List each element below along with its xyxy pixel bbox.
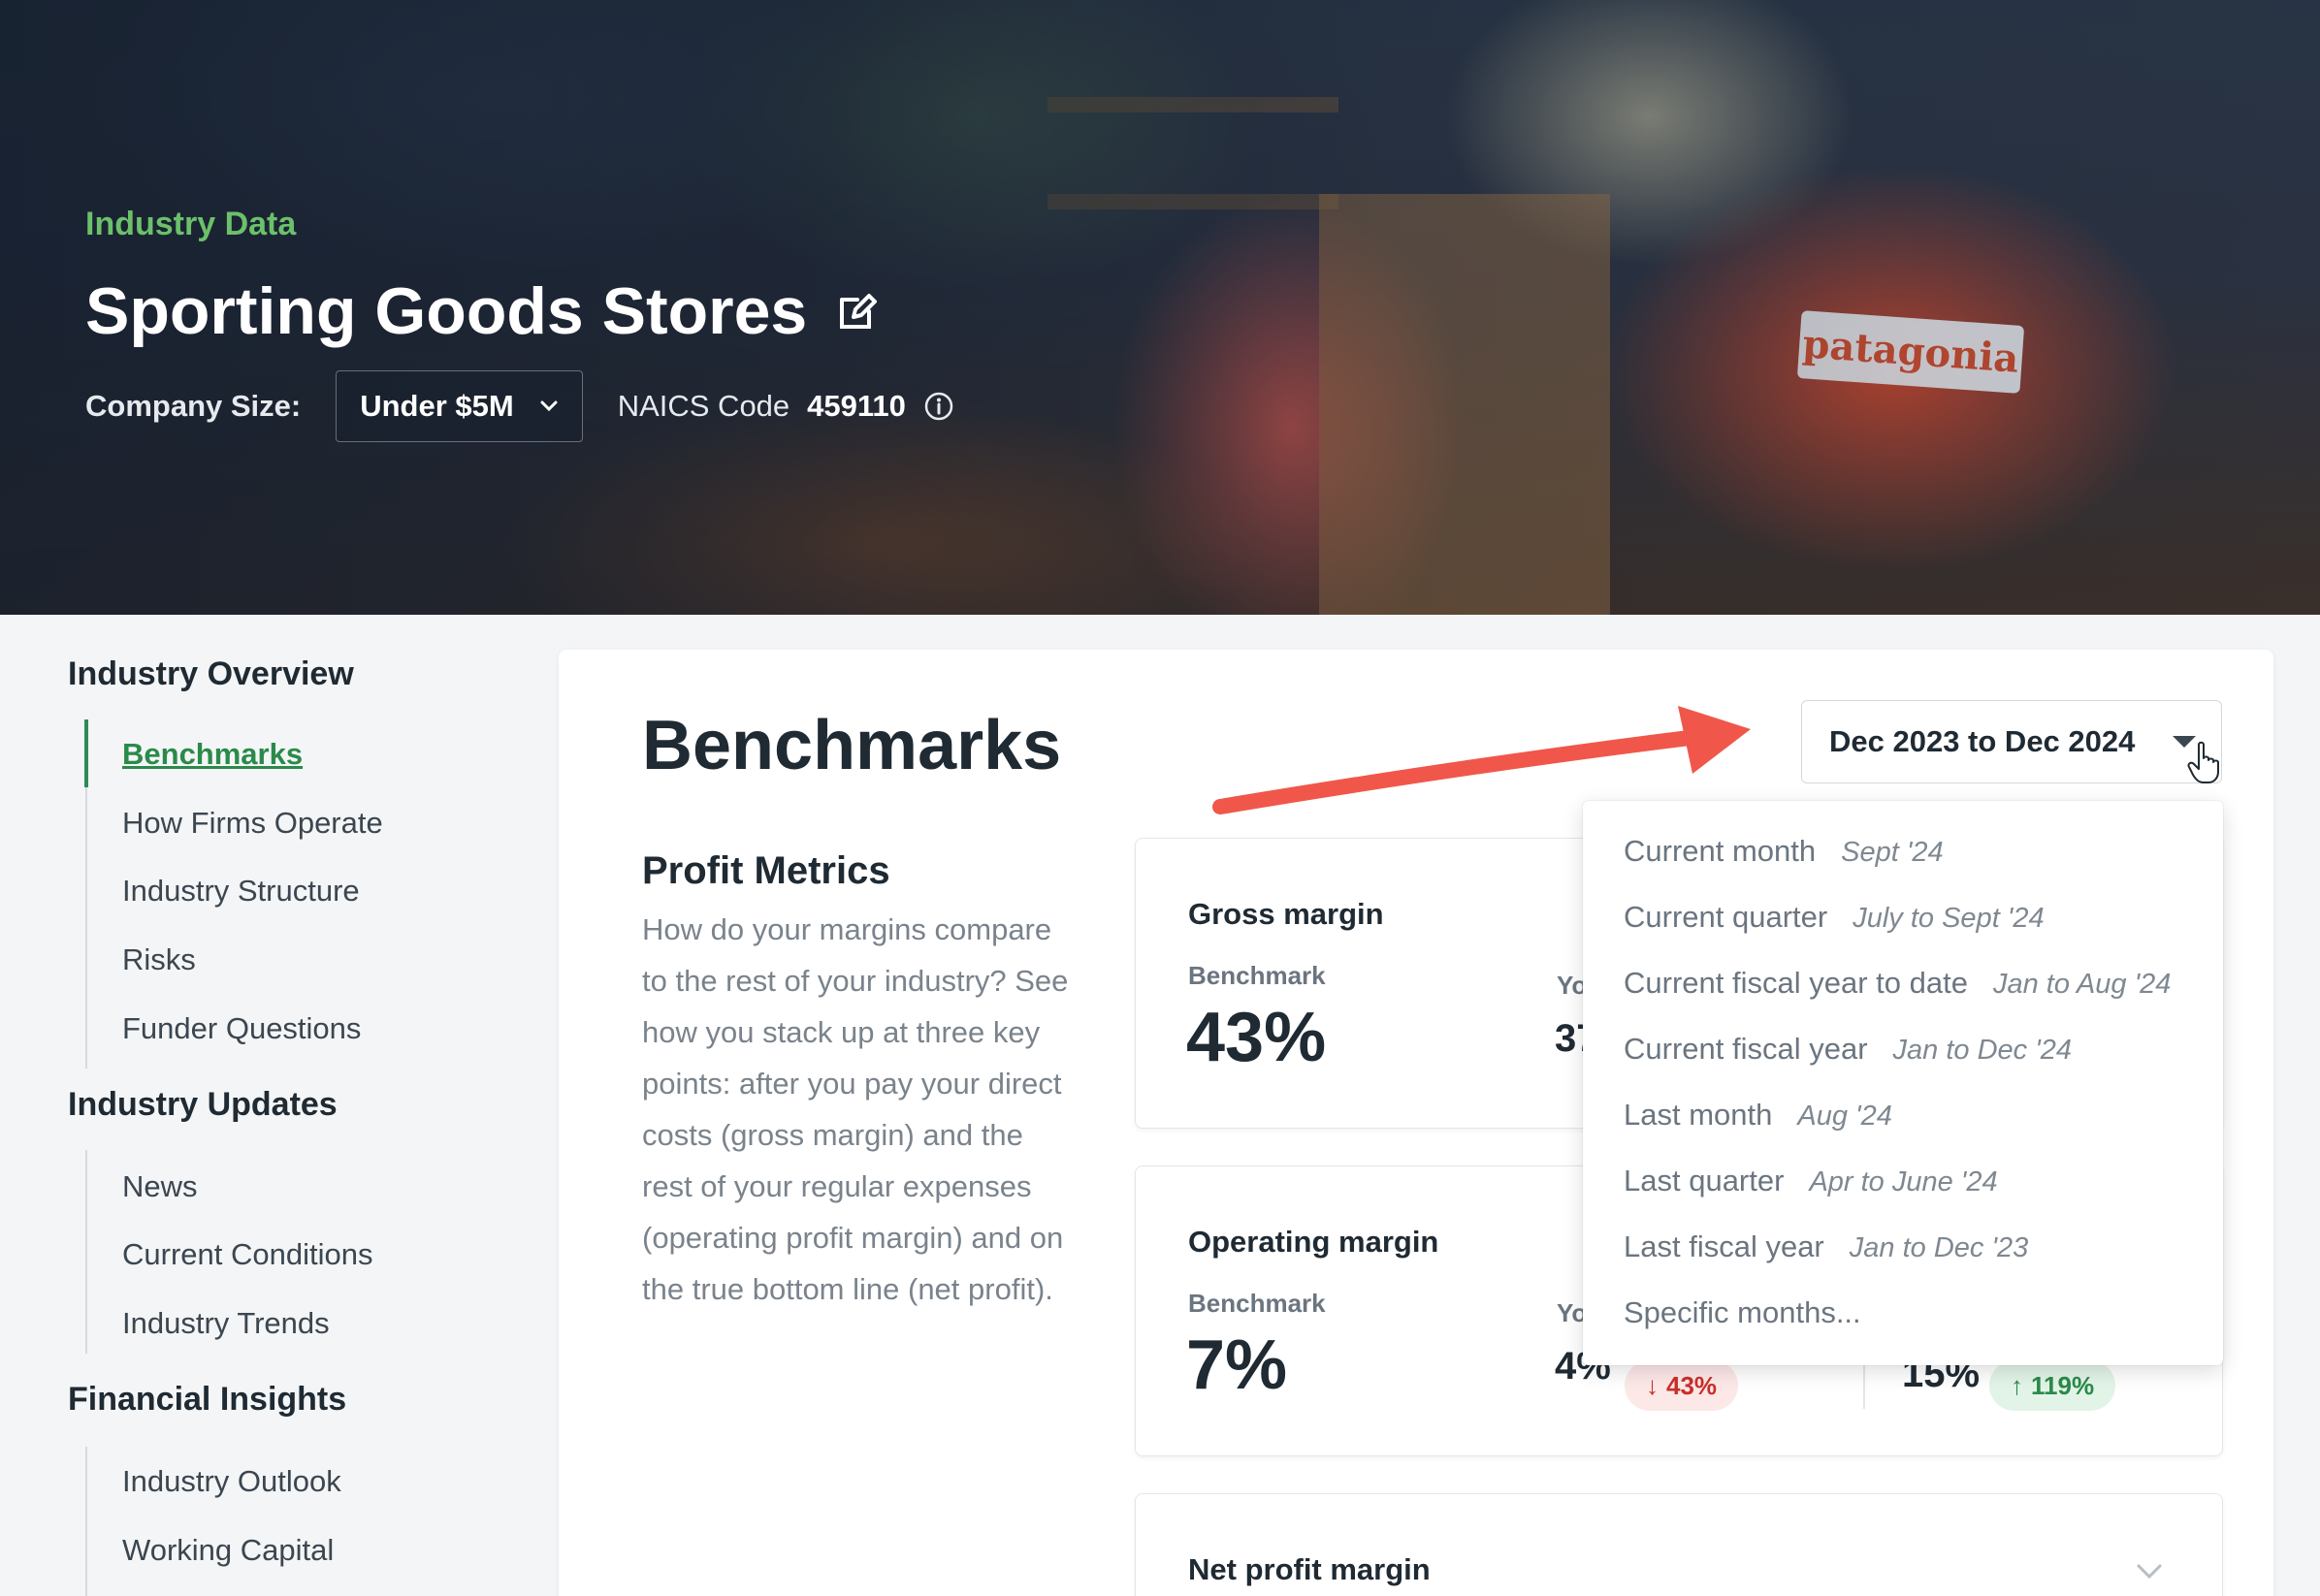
sidebar-section-financial-insights: Financial Insights bbox=[68, 1381, 347, 1418]
menu-item-last-month[interactable]: Last month Aug '24 bbox=[1624, 1098, 1892, 1133]
info-icon[interactable] bbox=[923, 391, 954, 422]
menu-item-current-fiscal-year[interactable]: Current fiscal year Jan to Dec '24 bbox=[1624, 1032, 2072, 1067]
sidebar-item-how-firms-operate[interactable]: How Firms Operate bbox=[122, 806, 383, 841]
profit-metrics-description: How do your margins compare to the rest … bbox=[642, 912, 1069, 1306]
change-value: 43% bbox=[1666, 1370, 1718, 1400]
menu-item-last-fiscal-year[interactable]: Last fiscal year Jan to Dec '23 bbox=[1624, 1229, 2028, 1264]
date-range-menu: Current month Sept '24 Current quarter Jul… bbox=[1583, 801, 2223, 1365]
menu-item-specific-months[interactable]: Specific months... bbox=[1624, 1295, 1861, 1330]
arrow-up-icon: ↑ bbox=[2011, 1370, 2023, 1400]
metric-card-net-profit-margin[interactable]: Net profit margin bbox=[1135, 1493, 2223, 1596]
benchmark-label: Benchmark bbox=[1188, 961, 1326, 990]
sidebar-item-working-capital[interactable]: Working Capital bbox=[122, 1533, 334, 1568]
sidebar-item-risks[interactable]: Risks bbox=[122, 942, 196, 977]
company-size-select[interactable]: Under $5M bbox=[336, 370, 583, 442]
naics-info: NAICS Code 459110 bbox=[618, 389, 954, 424]
company-size-label: Company Size: bbox=[85, 389, 302, 423]
benchmark-value: 43% bbox=[1186, 999, 1327, 1076]
sidebar-section-industry-updates: Industry Updates bbox=[68, 1086, 338, 1123]
sidebar-item-news[interactable]: News bbox=[122, 1169, 198, 1204]
menu-item-current-quarter[interactable]: Current quarter July to Sept '24 bbox=[1624, 900, 2045, 935]
arrow-down-icon: ↓ bbox=[1646, 1370, 1659, 1400]
change-pill-up: ↑ 119% bbox=[1989, 1360, 2116, 1411]
nav-active-indicator bbox=[84, 719, 88, 787]
change-pill-down: ↓ 43% bbox=[1625, 1360, 1739, 1411]
menu-item-current-month[interactable]: Current month Sept '24 bbox=[1624, 834, 1944, 869]
sidebar-item-industry-trends[interactable]: Industry Trends bbox=[122, 1306, 330, 1341]
benchmark-value: 7% bbox=[1186, 1326, 1288, 1404]
sidebar-item-funder-questions[interactable]: Funder Questions bbox=[122, 1011, 361, 1046]
nav-rail bbox=[85, 1150, 87, 1354]
industry-filters: Company Size: Under $5M NAICS Code 45911… bbox=[85, 370, 954, 442]
naics-code: 459110 bbox=[807, 389, 906, 423]
hand-cursor-icon bbox=[2187, 741, 2219, 783]
chevron-down-icon bbox=[540, 400, 558, 412]
company-size-value: Under $5M bbox=[360, 389, 514, 423]
benchmarks-title: Benchmarks bbox=[642, 707, 1062, 784]
sidebar-item-benchmarks[interactable]: Benchmarks bbox=[122, 737, 303, 772]
sidebar-item-industry-structure[interactable]: Industry Structure bbox=[122, 874, 360, 909]
nav-rail bbox=[85, 1447, 87, 1596]
edit-icon[interactable] bbox=[836, 290, 879, 333]
eyebrow-label: Industry Data bbox=[85, 206, 297, 242]
annotation-arrow-icon bbox=[1212, 706, 1751, 814]
date-range-value: Dec 2023 to Dec 2024 bbox=[1829, 724, 2136, 758]
change-value: 119% bbox=[2031, 1370, 2095, 1400]
metric-name: Operating margin bbox=[1188, 1225, 1439, 1259]
sidebar-item-industry-outlook[interactable]: Industry Outlook bbox=[122, 1464, 341, 1499]
naics-label: NAICS Code bbox=[617, 389, 790, 423]
menu-item-current-fiscal-ytd[interactable]: Current fiscal year to date Jan to Aug '2… bbox=[1624, 966, 2171, 1001]
benchmark-label: Benchmark bbox=[1188, 1289, 1326, 1318]
metric-name: Gross margin bbox=[1188, 897, 1384, 931]
industry-title: Sporting Goods Stores bbox=[85, 274, 808, 348]
chevron-down-icon[interactable] bbox=[2135, 1562, 2164, 1581]
sidebar-section-industry-overview: Industry Overview bbox=[68, 655, 354, 692]
date-range-select[interactable]: Dec 2023 to Dec 2024 bbox=[1801, 700, 2222, 783]
page-title: Sporting Goods Stores bbox=[85, 273, 879, 349]
menu-item-last-quarter[interactable]: Last quarter Apr to June '24 bbox=[1624, 1164, 1998, 1198]
sidebar-item-current-conditions[interactable]: Current Conditions bbox=[122, 1237, 372, 1272]
profit-metrics-heading: Profit Metrics bbox=[642, 849, 890, 892]
metric-name: Net profit margin bbox=[1188, 1552, 1431, 1586]
